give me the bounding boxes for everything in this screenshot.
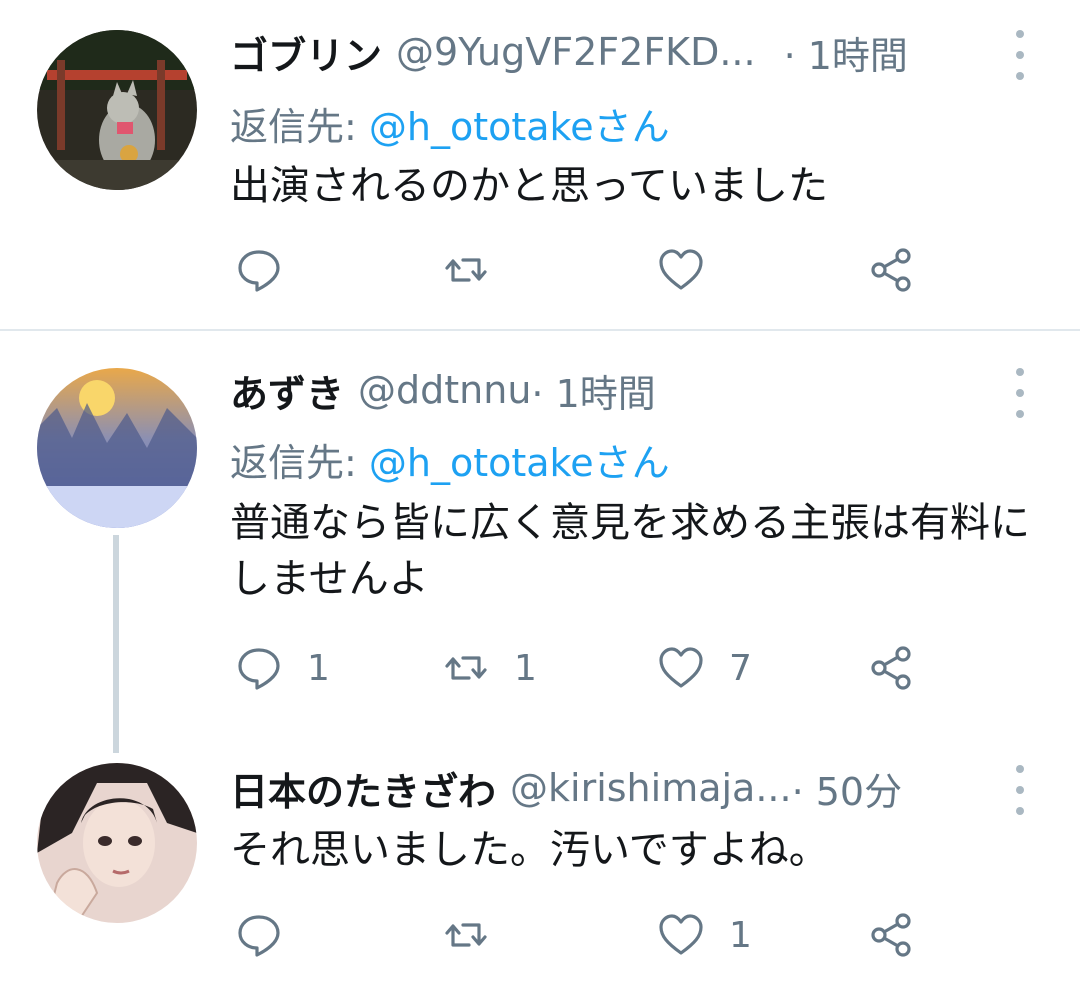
reply-to-mention[interactable]: @h_ototakeさん bbox=[369, 441, 670, 485]
more-options-icon[interactable] bbox=[1008, 30, 1032, 80]
retweet-icon bbox=[445, 258, 487, 282]
user-handle[interactable]: @9YugVF2F2FKD... bbox=[396, 30, 756, 74]
tweet-actions: 1 1 7 bbox=[230, 643, 930, 693]
display-name[interactable]: ゴブリン bbox=[230, 25, 382, 80]
like-button[interactable]: 7 bbox=[657, 643, 752, 693]
speech-bubble-icon bbox=[238, 648, 280, 690]
more-options-icon[interactable] bbox=[1008, 765, 1032, 815]
retweet-icon bbox=[445, 923, 487, 947]
share-button[interactable] bbox=[867, 643, 915, 693]
share-icon bbox=[871, 913, 911, 957]
reply-to-label: 返信先: bbox=[230, 441, 369, 485]
tweet-text: 普通なら皆に広く意見を求める主張は有料にしませんよ bbox=[230, 500, 1030, 602]
reply-to-line: 返信先: @h_ototakeさん bbox=[230, 432, 670, 487]
reply-button[interactable] bbox=[235, 245, 307, 295]
reply-to-mention[interactable]: @h_ototakeさん bbox=[369, 105, 670, 149]
avatar-goblin[interactable] bbox=[37, 30, 197, 190]
like-count: 7 bbox=[729, 647, 752, 689]
retweet-icon bbox=[445, 656, 487, 680]
tweet-header: 日本のたきざわ @kirishimaja... · 50分 bbox=[230, 758, 1000, 818]
retweet-button[interactable]: 1 bbox=[442, 643, 537, 693]
timestamp[interactable]: · 1時間 bbox=[784, 25, 908, 80]
display-name[interactable]: あずき bbox=[230, 363, 344, 418]
reply-to-line: 返信先: @h_ototakeさん bbox=[230, 96, 670, 151]
timestamp[interactable]: · 1時間 bbox=[531, 363, 655, 418]
heart-icon bbox=[659, 249, 703, 290]
display-name[interactable]: 日本のたきざわ bbox=[230, 761, 496, 816]
speech-bubble-icon bbox=[238, 915, 280, 957]
avatar-azuki-image bbox=[37, 368, 197, 528]
tweet-header: あずき @ddtnnu · 1時間 bbox=[230, 360, 1000, 420]
timestamp[interactable]: · 50分 bbox=[792, 761, 903, 816]
thread-connector-line bbox=[113, 535, 119, 753]
reply-button[interactable] bbox=[235, 910, 307, 960]
avatar-goblin-image bbox=[37, 30, 197, 190]
like-count: 1 bbox=[729, 914, 752, 956]
avatar-azuki[interactable] bbox=[37, 368, 197, 528]
like-button[interactable] bbox=[657, 245, 729, 295]
user-handle[interactable]: @kirishimaja... bbox=[510, 766, 792, 810]
share-icon bbox=[871, 248, 911, 292]
reply-button[interactable]: 1 bbox=[235, 643, 330, 693]
user-handle[interactable]: @ddtnnu bbox=[358, 368, 531, 412]
tweet-header: ゴブリン @9YugVF2F2FKD... · 1時間 bbox=[230, 22, 1000, 82]
heart-icon bbox=[659, 914, 703, 955]
speech-bubble-icon bbox=[238, 250, 280, 292]
tweet-text: それ思いました。汚いですよね。 bbox=[230, 827, 829, 873]
more-options-icon[interactable] bbox=[1008, 368, 1032, 418]
retweet-count: 1 bbox=[514, 647, 537, 689]
tweet-text: 出演されるのかと思っていました bbox=[230, 163, 828, 209]
tweet-divider bbox=[0, 329, 1080, 331]
retweet-button[interactable] bbox=[442, 910, 514, 960]
tweet-actions bbox=[230, 245, 930, 295]
reply-count: 1 bbox=[307, 647, 330, 689]
avatar-takizawa-image bbox=[37, 763, 197, 923]
share-button[interactable] bbox=[867, 245, 915, 295]
reply-to-label: 返信先: bbox=[230, 105, 369, 149]
like-button[interactable]: 1 bbox=[657, 910, 752, 960]
heart-icon bbox=[659, 647, 703, 688]
avatar-takizawa[interactable] bbox=[37, 763, 197, 923]
tweet-actions: 1 bbox=[230, 910, 930, 960]
retweet-button[interactable] bbox=[442, 245, 514, 295]
share-icon bbox=[871, 646, 911, 690]
share-button[interactable] bbox=[867, 910, 915, 960]
